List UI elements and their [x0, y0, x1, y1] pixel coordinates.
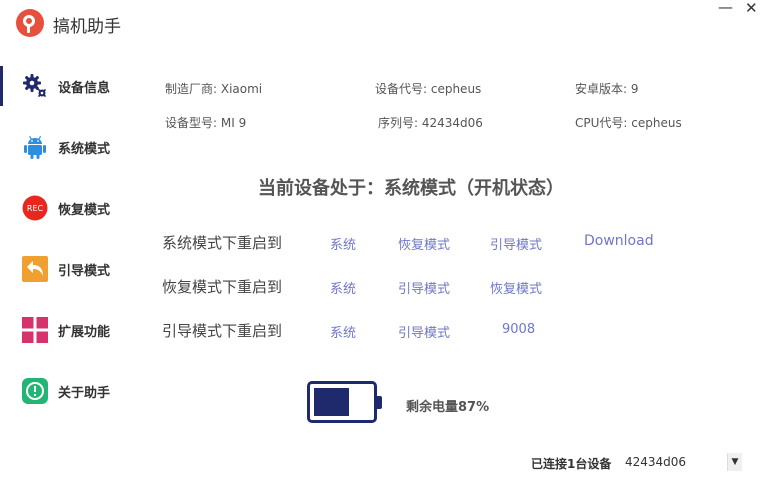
info-icon: [22, 378, 48, 404]
sidebar-item-label: 引导模式: [58, 264, 111, 279]
device-select-value: 42434d06: [625, 455, 687, 469]
sidebar-item-system-mode[interactable]: 系统模式: [0, 117, 150, 177]
battery-cap: [377, 396, 382, 409]
info-cpu-code: CPU代号: cepheus: [575, 116, 682, 130]
info-model: 设备型号: MI 9: [165, 116, 247, 130]
grid-icon: [22, 317, 48, 343]
device-status: 当前设备处于：系统模式（开机状态）: [258, 178, 564, 199]
info-android-version: 安卓版本: 9: [575, 82, 639, 96]
rec-icon-text: REC: [27, 204, 44, 213]
reboot-link-9008[interactable]: 9008: [502, 322, 535, 337]
sidebar-item-about[interactable]: 关于助手: [0, 361, 150, 421]
battery-level-fill: [314, 388, 349, 416]
back-arrow-icon: [22, 256, 48, 282]
android-icon: [22, 134, 48, 160]
info-device-code: 设备代号: cepheus: [375, 82, 482, 96]
sidebar-item-extensions[interactable]: 扩展功能: [0, 300, 150, 360]
app-title: 搞机助手: [53, 17, 121, 37]
sidebar-item-label: 恢复模式: [58, 203, 111, 218]
battery-text: 剩余电量87%: [406, 400, 490, 415]
sidebar-item-device-info[interactable]: 设备信息: [0, 56, 150, 116]
sidebar-item-label: 系统模式: [58, 142, 111, 157]
minimize-button[interactable]: —: [718, 0, 733, 15]
close-button[interactable]: ✕: [745, 1, 758, 16]
reboot-link-system[interactable]: 系统: [330, 278, 356, 297]
chevron-down-icon[interactable]: ▼: [727, 453, 742, 471]
gear-icon: [22, 73, 48, 99]
info-manufacturer: 制造厂商: Xiaomi: [165, 82, 263, 96]
reboot-row-label: 系统模式下重启到: [162, 234, 283, 252]
reboot-link-bootloader[interactable]: 引导模式: [490, 234, 542, 253]
reboot-row-label: 引导模式下重启到: [162, 322, 283, 340]
reboot-link-system[interactable]: 系统: [330, 322, 356, 341]
reboot-link-recovery[interactable]: 恢复模式: [490, 278, 542, 297]
info-serial: 序列号: 42434d06: [378, 116, 483, 130]
reboot-link-download[interactable]: Download: [584, 233, 654, 249]
app-logo: [16, 9, 44, 37]
battery-icon: [307, 381, 377, 423]
reboot-link-bootloader[interactable]: 引导模式: [398, 322, 450, 341]
device-select[interactable]: 42434d06 ▼: [620, 450, 742, 474]
sidebar-item-bootloader-mode[interactable]: 引导模式: [0, 239, 150, 299]
reboot-row-label: 恢复模式下重启到: [162, 278, 283, 296]
reboot-link-system[interactable]: 系统: [330, 234, 356, 253]
reboot-link-recovery[interactable]: 恢复模式: [398, 234, 450, 253]
sidebar-item-label: 设备信息: [58, 81, 111, 96]
sidebar-item-label: 关于助手: [58, 386, 111, 401]
reboot-link-bootloader[interactable]: 引导模式: [398, 278, 450, 297]
sidebar-item-label: 扩展功能: [58, 325, 111, 340]
connection-status: 已连接1台设备: [531, 457, 612, 471]
